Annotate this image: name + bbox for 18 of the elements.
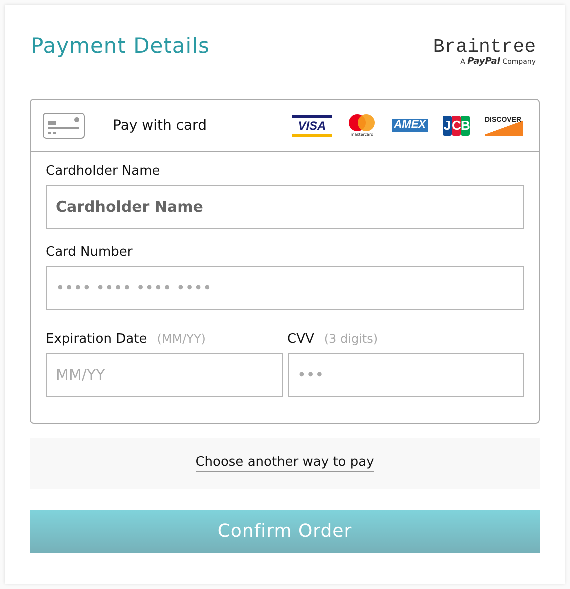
credit-card-icon [43,112,85,138]
input-field[interactable]: •••• •••• •••• •••• [46,266,524,310]
input-field[interactable]: MM/YY [46,353,282,397]
field-label: CVV [288,332,314,347]
input-field[interactable]: Cardholder Name [46,185,524,229]
amex-logo: AMEX [392,119,428,132]
field-hint: (MM/YY) [157,332,206,346]
logo-name: Braintree [433,37,536,57]
field-hint: (3 digits) [324,332,378,346]
choose-another-way-link[interactable]: Choose another way to pay [196,455,374,472]
pay-with-card-label: Pay with card [113,118,207,134]
field-label: Cardholder Name [46,164,162,179]
visa-logo: VISA [292,114,332,136]
input-field[interactable]: ••• [288,353,524,397]
page-title: Payment Details [31,34,210,58]
field-label: Card Number [46,245,134,260]
field-label: Expiration Date [46,332,148,347]
jcb-logo: JCB [443,116,470,136]
